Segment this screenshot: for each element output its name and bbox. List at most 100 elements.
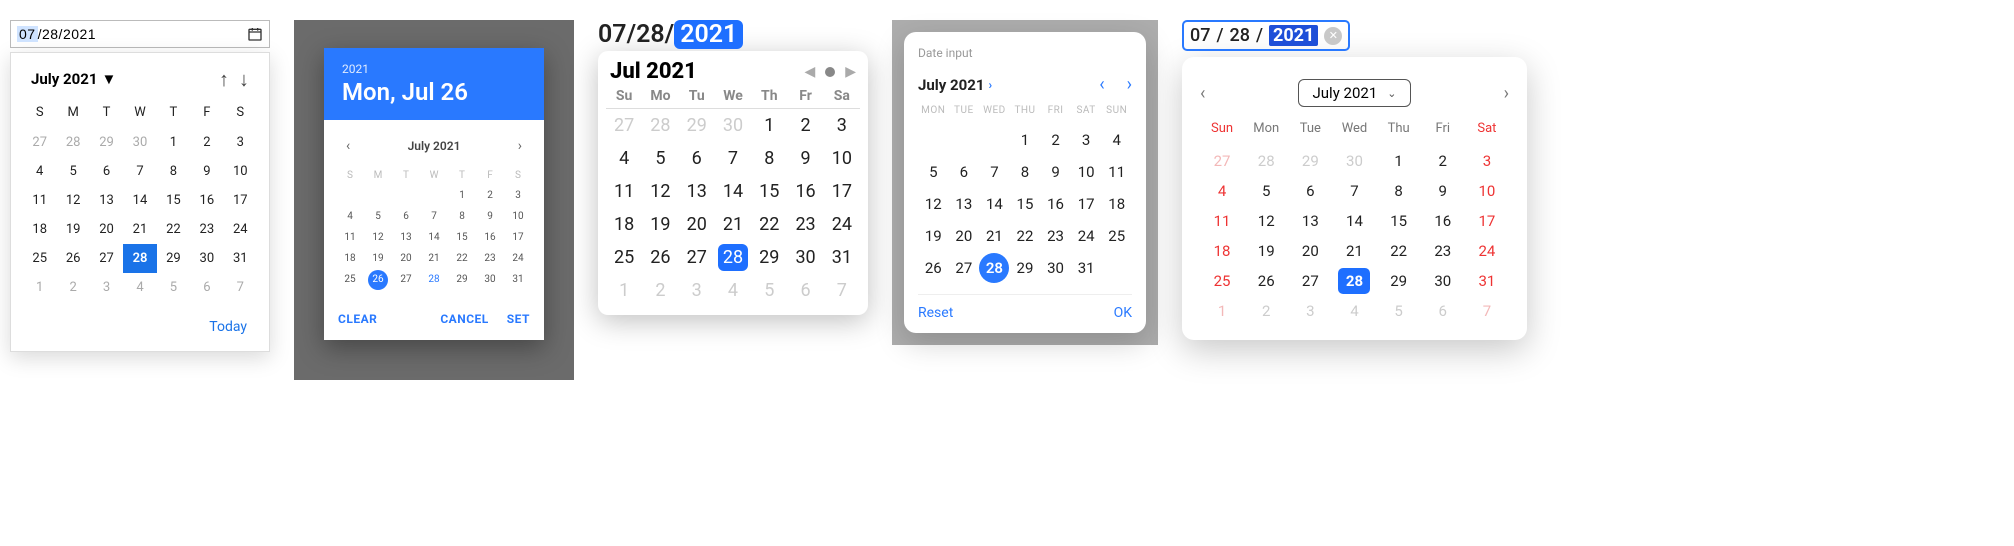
day-cell[interactable]: 21 [123,215,156,244]
day-cell[interactable]: 20 [392,248,420,269]
day-cell[interactable]: 7 [1465,296,1509,326]
day-cell[interactable]: 21 [420,248,448,269]
next-month-button[interactable]: › [1127,74,1132,95]
day-cell[interactable]: 17 [504,227,532,248]
day-cell[interactable]: 26 [1244,266,1288,296]
day-cell[interactable]: 31 [1465,266,1509,296]
day-cell[interactable]: 3 [90,273,123,302]
day-cell[interactable]: 20 [949,220,980,252]
next-month-button[interactable]: › [512,134,528,158]
day-cell[interactable]: 14 [123,186,156,215]
day-cell[interactable]: 1 [606,274,642,307]
day-cell-selected[interactable]: 28 [1332,266,1376,296]
day-cell[interactable]: 19 [56,215,89,244]
day-cell[interactable]: 3 [1071,124,1102,156]
day-cell[interactable]: 19 [642,208,678,241]
calendar-icon[interactable] [247,26,263,42]
day-cell[interactable]: 1 [448,185,476,206]
input-day-segment[interactable]: 28 [1230,25,1250,46]
day-cell[interactable]: 26 [642,241,678,274]
day-cell[interactable]: 27 [949,252,980,284]
day-cell[interactable]: 6 [679,142,715,175]
day-cell[interactable]: 4 [123,273,156,302]
day-cell[interactable]: 9 [190,157,223,186]
day-cell[interactable]: 27 [90,244,123,273]
day-cell[interactable]: 8 [1377,176,1421,206]
day-cell[interactable]: 27 [1288,266,1332,296]
day-cell[interactable]: 13 [90,186,123,215]
day-cell[interactable]: 24 [1465,236,1509,266]
day-cell[interactable]: 30 [476,269,504,290]
day-cell[interactable]: 9 [787,142,823,175]
day-cell[interactable]: 24 [824,208,860,241]
day-cell[interactable]: 30 [787,241,823,274]
day-cell[interactable]: 3 [224,128,257,157]
date-input[interactable]: 07 / 28 / 2021 ✕ [1182,20,1350,51]
reset-button[interactable]: Reset [918,305,953,321]
day-cell[interactable]: 4 [606,142,642,175]
day-cell[interactable]: 7 [715,142,751,175]
day-cell[interactable]: 23 [1421,236,1465,266]
day-cell[interactable]: 16 [190,186,223,215]
input-month-segment[interactable]: 07 [17,26,38,42]
set-button[interactable]: SET [507,312,530,326]
day-cell[interactable]: 29 [448,269,476,290]
day-cell[interactable]: 17 [1465,206,1509,236]
day-cell-selected[interactable]: 28 [715,241,751,274]
date-input[interactable]: 07/28/2021 [598,20,868,49]
day-cell[interactable]: 6 [787,274,823,307]
day-cell[interactable]: 7 [824,274,860,307]
day-cell[interactable]: 20 [1288,236,1332,266]
day-cell[interactable]: 19 [364,248,392,269]
cancel-button[interactable]: CANCEL [440,312,488,326]
day-cell[interactable]: 29 [751,241,787,274]
day-cell[interactable]: 22 [1010,220,1041,252]
day-cell[interactable]: 28 [56,128,89,157]
day-cell[interactable]: 10 [824,142,860,175]
day-cell[interactable]: 22 [448,248,476,269]
day-cell[interactable]: 4 [715,274,751,307]
day-cell[interactable]: 11 [336,227,364,248]
day-cell[interactable]: 15 [448,227,476,248]
day-cell[interactable]: 9 [1040,156,1071,188]
day-cell[interactable]: 5 [642,142,678,175]
input-year-segment[interactable]: 2021 [63,26,96,42]
prev-month-button[interactable]: ↑ [219,69,229,89]
day-cell[interactable]: 12 [1244,206,1288,236]
day-cell[interactable]: 4 [1200,176,1244,206]
day-cell[interactable]: 30 [1421,266,1465,296]
header-year[interactable]: 2021 [342,62,526,76]
day-cell[interactable]: 30 [123,128,156,157]
prev-month-button[interactable]: ‹ [340,134,356,158]
day-cell[interactable]: 18 [336,248,364,269]
prev-month-button[interactable]: ‹ [1200,83,1205,104]
day-cell[interactable]: 3 [1288,296,1332,326]
day-cell[interactable]: 4 [23,157,56,186]
day-cell[interactable]: 15 [1010,188,1041,220]
day-cell[interactable]: 2 [1040,124,1071,156]
day-cell[interactable]: 27 [1200,146,1244,176]
day-cell[interactable]: 27 [392,269,420,290]
day-cell[interactable]: 7 [420,206,448,227]
day-cell[interactable]: 25 [23,244,56,273]
day-cell[interactable]: 1 [23,273,56,302]
day-cell[interactable]: 6 [90,157,123,186]
day-cell[interactable]: 26 [918,252,949,284]
day-cell[interactable]: 5 [751,274,787,307]
day-cell[interactable]: 1 [1377,146,1421,176]
day-cell[interactable]: 4 [336,206,364,227]
day-cell[interactable]: 30 [1040,252,1071,284]
day-cell[interactable]: 16 [1421,206,1465,236]
day-cell[interactable]: 7 [224,273,257,302]
ok-button[interactable]: OK [1114,305,1132,321]
day-cell[interactable]: 14 [1332,206,1376,236]
day-cell[interactable]: 22 [157,215,190,244]
day-cell-selected[interactable]: 26 [364,269,392,290]
day-cell[interactable]: 18 [1101,188,1132,220]
day-cell[interactable]: 3 [824,109,860,142]
day-cell[interactable]: 16 [1040,188,1071,220]
day-cell[interactable]: 5 [157,273,190,302]
day-cell[interactable]: 1 [157,128,190,157]
input-month-segment[interactable]: 07 [598,20,627,49]
day-cell[interactable]: 15 [751,175,787,208]
